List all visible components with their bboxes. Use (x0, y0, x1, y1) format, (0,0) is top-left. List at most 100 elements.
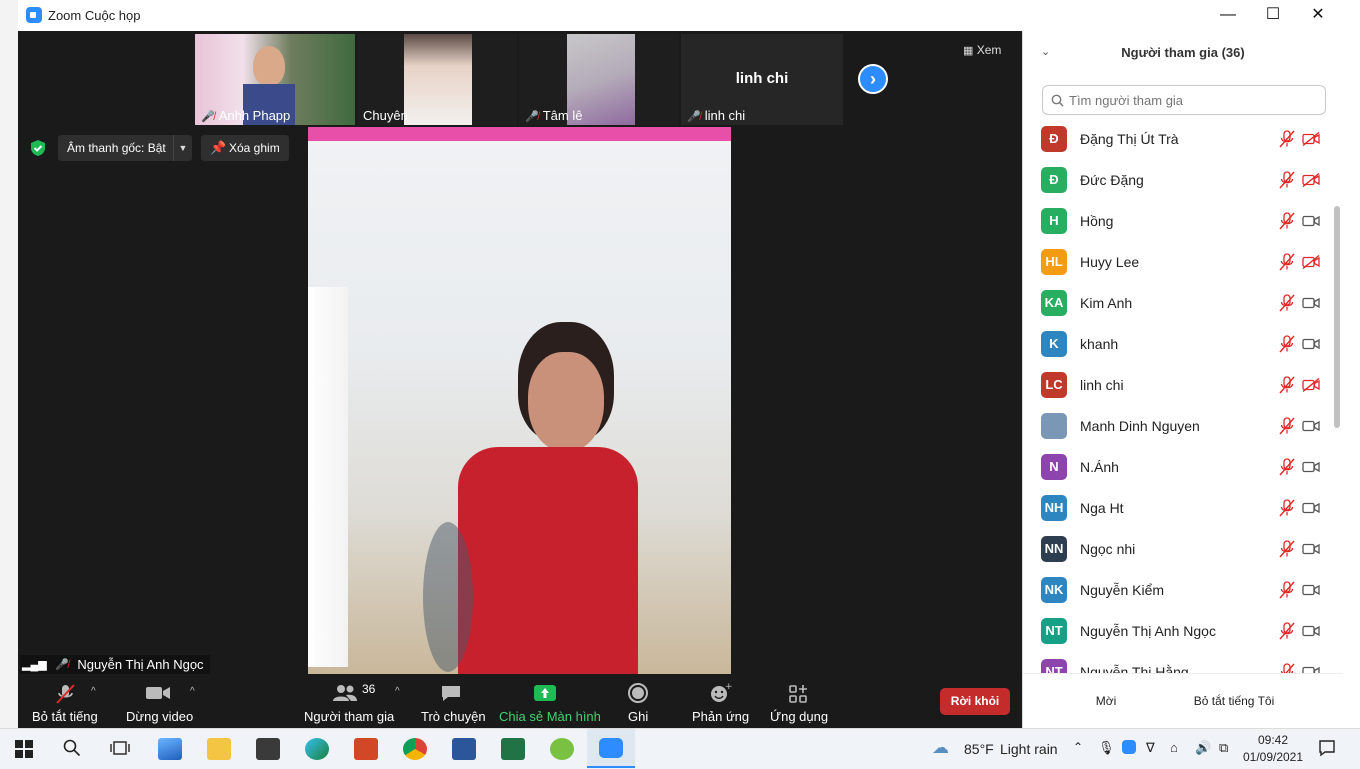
excel-icon[interactable] (501, 738, 525, 760)
video-camera-icon[interactable] (1302, 419, 1320, 437)
search-icon (1051, 94, 1064, 107)
participant-row[interactable]: Kkhanh (1023, 324, 1323, 365)
muted-mic-icon[interactable] (1279, 417, 1295, 440)
unmute-button[interactable]: Bỏ tắt tiếng (30, 678, 110, 726)
video-camera-icon[interactable] (1302, 214, 1320, 232)
video-camera-icon[interactable] (1302, 460, 1320, 478)
chevron-up-icon[interactable]: ⌃ (1073, 740, 1083, 754)
video-camera-icon[interactable] (1302, 583, 1320, 601)
muted-mic-icon[interactable] (1279, 581, 1295, 604)
thumbnail-linh-chi[interactable]: linh chi 🎤̸ linh chi (681, 34, 843, 125)
next-page-button[interactable]: › (858, 64, 888, 94)
muted-mic-icon[interactable] (1279, 663, 1295, 673)
search-icon (63, 739, 81, 757)
thumbnail-tam-le[interactable]: 🎤̸ Tâm lê (519, 34, 679, 125)
minimize-button[interactable]: — (1208, 4, 1248, 26)
video-camera-icon[interactable] (1302, 296, 1320, 314)
weather-temperature[interactable]: 85°F (964, 741, 994, 757)
unmute-me-button[interactable]: Bỏ tắt tiếng Tôi (1184, 688, 1284, 714)
word-icon[interactable] (452, 738, 476, 760)
vpn-tray-icon[interactable]: ∇ (1146, 740, 1155, 756)
participant-search[interactable] (1042, 85, 1326, 115)
participants-button[interactable]: 36 Người tham gia (302, 678, 394, 726)
participant-row[interactable]: Manh Dinh Nguyen (1023, 406, 1323, 447)
muted-mic-icon[interactable] (1279, 499, 1295, 522)
reactions-button[interactable]: + Phản ứng (690, 678, 750, 726)
reactions-label: Phản ứng (692, 709, 750, 724)
muted-mic-icon[interactable] (1279, 171, 1295, 194)
coccoc-browser-icon[interactable] (550, 738, 574, 760)
leave-button[interactable]: Rời khỏi (940, 688, 1010, 715)
avatar (1041, 413, 1067, 439)
record-button[interactable]: Ghi (618, 678, 658, 726)
video-camera-icon[interactable] (1302, 542, 1320, 560)
muted-mic-icon[interactable] (1279, 622, 1295, 645)
chrome-browser-icon[interactable] (403, 738, 427, 760)
participant-row[interactable]: NT Nguyễn Thị Anh Ngọc (1023, 611, 1323, 652)
thumbnail-chuyen[interactable]: Chuyên (357, 34, 517, 125)
powerpoint-icon[interactable] (354, 738, 378, 760)
microphone-tray-icon[interactable]: 🎙 (1098, 740, 1115, 756)
muted-mic-icon[interactable] (1279, 458, 1295, 481)
clock-date[interactable]: 01/09/2021 (1240, 750, 1306, 764)
chevron-down-icon[interactable]: ▼ (173, 135, 192, 161)
video-off-icon[interactable] (1302, 254, 1320, 274)
grid-icon: ▦ (963, 45, 974, 57)
chevron-up-icon[interactable]: ^ (395, 686, 400, 697)
muted-mic-icon[interactable] (1279, 130, 1295, 153)
participant-row[interactable]: H Hồng (1023, 201, 1323, 242)
video-off-icon[interactable] (1302, 377, 1320, 397)
participant-row[interactable]: N N.Ánh (1023, 447, 1323, 488)
view-button[interactable]: ▦ Xem (963, 43, 1001, 57)
participant-row[interactable]: KA Kim Anh (1023, 283, 1323, 324)
video-red-shirt (458, 447, 638, 674)
display-icon[interactable]: ⧉ (1219, 740, 1228, 756)
panel-scrollbar[interactable] (1334, 206, 1340, 428)
invite-button[interactable]: Mời (1086, 688, 1126, 714)
participant-row[interactable]: NH Nga Ht (1023, 488, 1323, 529)
participant-row[interactable]: Đ Đặng Thị Út Trà (1023, 119, 1323, 160)
participant-row[interactable]: Đ Đức Đặng (1023, 160, 1323, 201)
video-camera-icon[interactable] (1302, 665, 1320, 673)
muted-mic-icon[interactable] (1279, 540, 1295, 563)
network-icon[interactable]: ⌂ (1170, 740, 1178, 755)
video-camera-icon[interactable] (1302, 624, 1320, 642)
volume-icon[interactable]: 🔊 (1195, 740, 1211, 756)
file-explorer-icon[interactable] (207, 738, 231, 760)
participant-row[interactable]: NN Ngọc nhi (1023, 529, 1323, 570)
thumbnail-anhh-phapp[interactable]: 🎤̸ Anhh Phapp (195, 34, 355, 125)
clock-time[interactable]: 09:42 (1243, 733, 1303, 747)
chevron-up-icon[interactable]: ^ (91, 686, 96, 697)
participant-row[interactable]: LC linh chi (1023, 365, 1323, 406)
muted-mic-icon[interactable] (1279, 253, 1295, 276)
zoom-taskbar-button[interactable] (587, 729, 635, 768)
edge-browser-icon[interactable] (305, 738, 329, 760)
video-off-icon[interactable] (1302, 131, 1320, 151)
maximize-button[interactable]: ☐ (1253, 4, 1293, 26)
zoom-tray-icon[interactable] (1122, 740, 1136, 754)
muted-mic-icon (56, 684, 75, 704)
share-screen-button[interactable]: Chia sẻ Màn hình (496, 678, 601, 726)
muted-mic-icon[interactable] (1279, 335, 1295, 358)
store-icon[interactable] (256, 738, 280, 760)
video-off-icon[interactable] (1302, 172, 1320, 192)
muted-mic-icon[interactable] (1279, 376, 1295, 399)
unpin-button[interactable]: 📌 Xóa ghim (201, 135, 289, 161)
video-camera-icon[interactable] (1302, 337, 1320, 355)
record-icon (628, 683, 648, 703)
original-sound-toggle[interactable]: Âm thanh gốc: Bật ▼ (58, 135, 192, 161)
video-camera-icon[interactable] (1302, 501, 1320, 519)
search-input[interactable] (1067, 89, 1321, 111)
thumbnail-name: Tâm lê (542, 108, 583, 123)
weather-description[interactable]: Light rain (1000, 741, 1058, 757)
participant-row[interactable]: HL Huyy Lee (1023, 242, 1323, 283)
chat-button[interactable]: Trò chuyện (418, 678, 488, 726)
participant-row[interactable]: NT Nguyễn Thị Hằng (1023, 652, 1323, 673)
photos-app-icon[interactable] (158, 738, 182, 760)
apps-button[interactable]: Ứng dụng (770, 678, 830, 726)
muted-mic-icon[interactable] (1279, 212, 1295, 235)
muted-mic-icon[interactable] (1279, 294, 1295, 317)
chevron-up-icon[interactable]: ^ (190, 686, 195, 697)
close-button[interactable]: ✕ (1298, 4, 1338, 26)
participant-row[interactable]: NK Nguyễn Kiểm (1023, 570, 1323, 611)
